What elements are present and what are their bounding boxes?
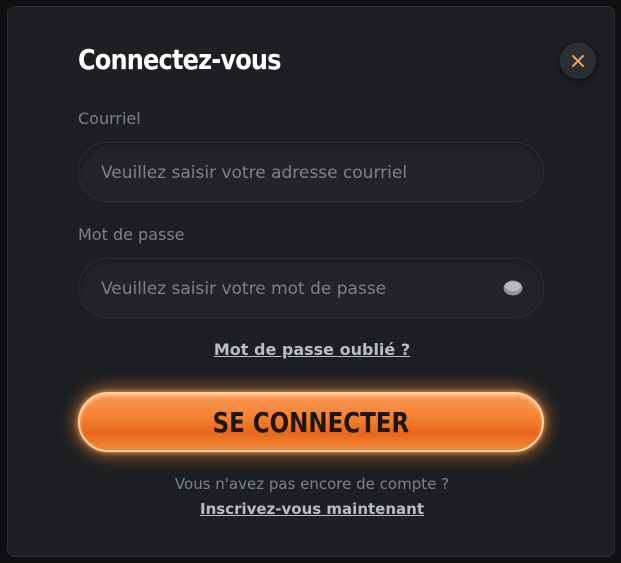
login-button-label: SE CONNECTER [212, 405, 410, 439]
close-icon [572, 55, 584, 67]
password-label: Mot de passe [78, 225, 185, 244]
email-field[interactable] [99, 143, 503, 203]
signup-link[interactable]: Inscrivez-vous maintenant [200, 500, 424, 518]
login-modal: Connectez-vous Courriel Mot de passe Mot… [7, 6, 615, 557]
password-field-container [78, 258, 544, 319]
signup-link-container: Inscrivez-vous maintenant [8, 500, 614, 518]
email-field-container [78, 142, 544, 203]
password-field[interactable] [99, 259, 503, 319]
eye-icon[interactable] [503, 279, 523, 297]
email-label: Courriel [78, 109, 141, 128]
forgot-password-link[interactable]: Mot de passe oublié ? [214, 340, 410, 359]
login-button[interactable]: SE CONNECTER [78, 392, 544, 452]
close-button[interactable] [560, 43, 596, 79]
signup-prompt: Vous n'avez pas encore de compte ? [174, 475, 450, 493]
modal-title: Connectez-vous [78, 43, 281, 76]
forgot-password-container: Mot de passe oublié ? [8, 340, 614, 359]
